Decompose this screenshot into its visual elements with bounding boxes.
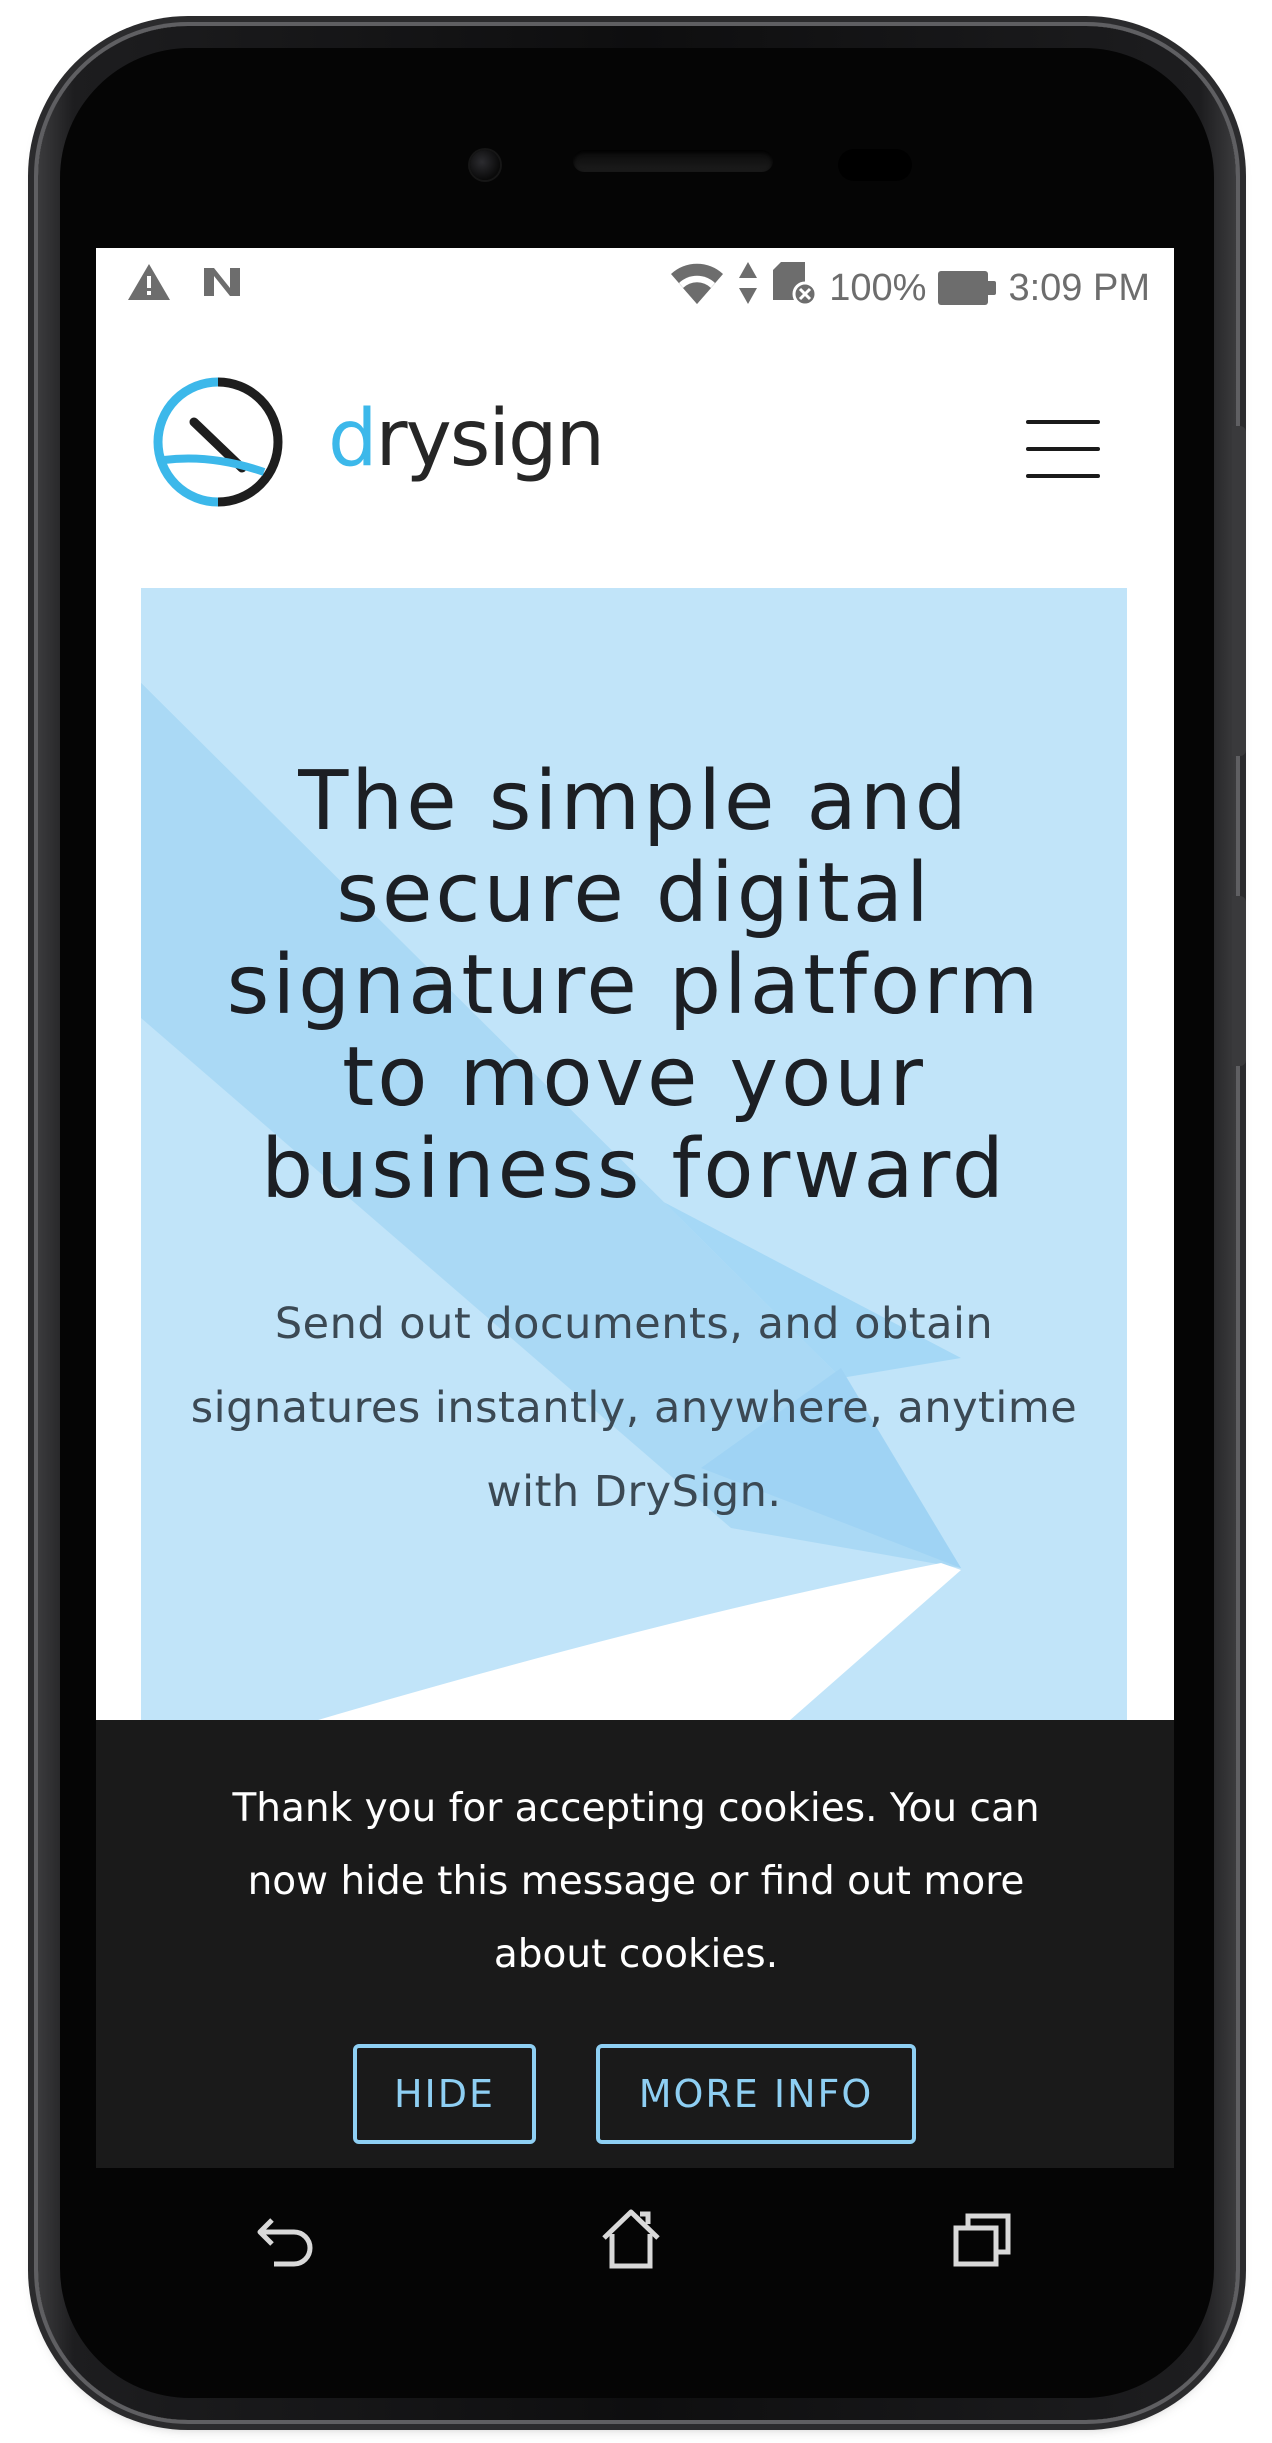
battery-icon: [938, 271, 997, 305]
cookie-message-line: Thank you for accepting cookies. You can: [232, 1786, 1040, 1831]
nfc-icon: [200, 262, 244, 306]
battery-percent: 100%: [829, 266, 927, 309]
logo-wordmark: drysign: [328, 394, 605, 484]
power-button: [1232, 896, 1246, 1066]
drysign-logo-mark-icon: [152, 376, 284, 512]
status-bar: 100% 3:09 PM: [96, 248, 1174, 322]
warning-icon: [126, 262, 172, 306]
earpiece-speaker: [573, 150, 773, 172]
back-icon[interactable]: [252, 2204, 322, 2274]
hero-title-line: The simple and: [298, 754, 970, 849]
recents-icon[interactable]: [948, 2204, 1018, 2274]
hero-title-line: signature platform: [226, 938, 1042, 1033]
phone-screen: 100% 3:09 PM drysign The simple and secu…: [96, 248, 1174, 2168]
logo-letter-d: d: [328, 394, 377, 484]
site-header: drysign: [96, 322, 1174, 588]
hero-section: The simple and secure digital signature …: [141, 588, 1127, 1728]
hero-subtitle: Send out documents, and obtain signature…: [141, 1282, 1127, 1534]
hero-subtitle-line: signatures instantly, anywhere, anytime: [190, 1383, 1078, 1433]
sd-card-icon: [771, 260, 818, 316]
hamburger-menu-icon[interactable]: [1026, 418, 1100, 480]
hero-subtitle-line: with DrySign.: [486, 1467, 782, 1517]
drysign-logo[interactable]: drysign: [152, 376, 605, 512]
hero-title-line: secure digital: [336, 846, 932, 941]
wifi-icon: [669, 260, 725, 316]
front-camera: [470, 150, 500, 180]
cookie-message-line: about cookies.: [493, 1932, 779, 1977]
hero-subtitle-line: Send out documents, and obtain: [274, 1299, 994, 1349]
hide-cookies-button[interactable]: HIDE: [353, 2044, 536, 2144]
proximity-sensor: [838, 149, 912, 181]
cookie-banner: Thank you for accepting cookies. You can…: [96, 1720, 1174, 2168]
clock: 3:09 PM: [1008, 266, 1150, 309]
more-info-button[interactable]: MORE INFO: [596, 2044, 916, 2144]
logo-letters-rest: rysign: [375, 394, 605, 484]
data-arrows-icon: [737, 260, 759, 316]
cookie-message-line: now hide this message or find out more: [247, 1859, 1025, 1904]
volume-button: [1232, 426, 1246, 756]
system-navigation-bar: [96, 2168, 1174, 2368]
home-icon[interactable]: [596, 2204, 666, 2274]
hero-title-line: to move your: [342, 1030, 926, 1125]
hero-title: The simple and secure digital signature …: [141, 756, 1127, 1216]
hero-title-line: business forward: [261, 1122, 1007, 1217]
cookie-message: Thank you for accepting cookies. You can…: [166, 1772, 1106, 1991]
